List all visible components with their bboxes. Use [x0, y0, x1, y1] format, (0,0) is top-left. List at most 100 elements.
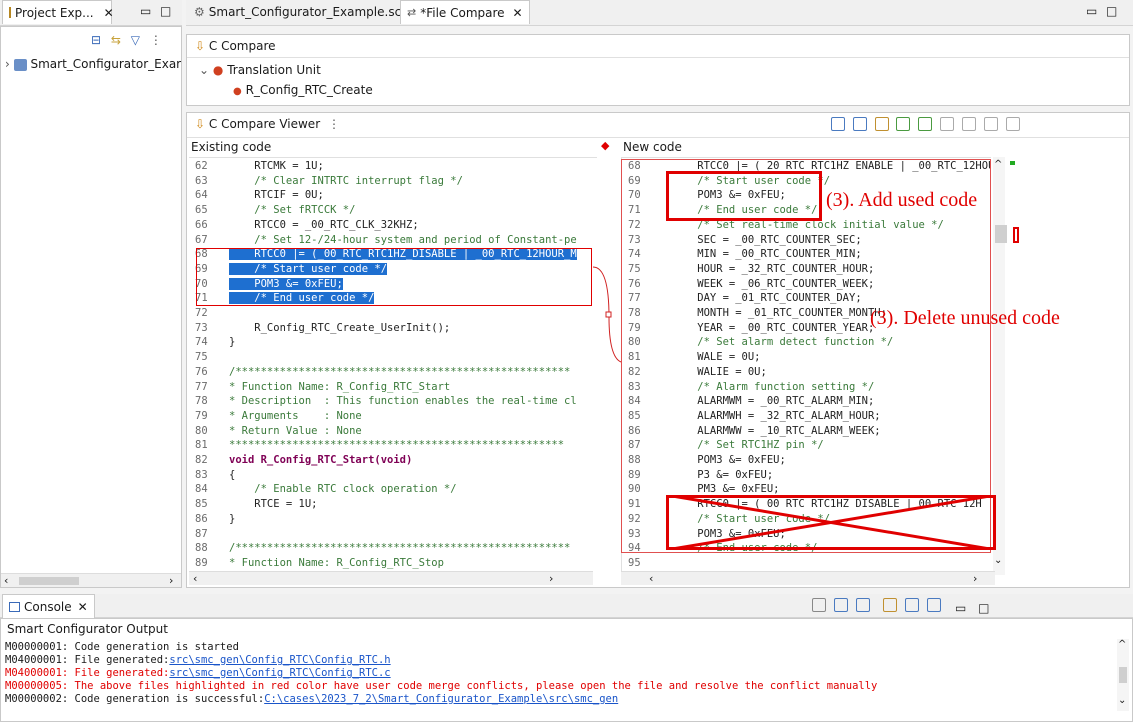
code-text: }: [229, 336, 236, 349]
line-number: 84: [195, 483, 208, 496]
tab-file-compare[interactable]: ⇄ *File Compare ✕: [400, 0, 530, 24]
scroll-thumb[interactable]: [19, 577, 79, 585]
code-text: }: [229, 512, 236, 525]
next-diff-icon[interactable]: [896, 117, 911, 131]
code-line: 80 * Return Value : None: [189, 424, 597, 437]
code-text: ****************************************…: [229, 439, 565, 452]
line-number: 82: [195, 454, 208, 466]
console-output[interactable]: M00000001: Code generation is started M04…: [1, 639, 1011, 709]
maximize-icon[interactable]: □: [160, 4, 171, 18]
new-hscrollbar[interactable]: ‹ ›: [621, 571, 995, 585]
console-file-link[interactable]: C:\cases\2023_7_2\Smart_Configurator_Exa…: [264, 693, 618, 705]
project-explorer-hscrollbar[interactable]: ‹ ›: [1, 573, 181, 587]
ruler-conflict: [1013, 227, 1019, 243]
display-console-icon[interactable]: [905, 598, 920, 612]
copy-all-icon[interactable]: [852, 117, 867, 131]
maximize-icon[interactable]: □: [1106, 4, 1117, 18]
tab-scfg[interactable]: ⚙ Smart_Configurator_Example.scfg: [188, 0, 419, 24]
scroll-up-icon[interactable]: ^: [994, 159, 1002, 170]
code-text: R_Config_RTC_Create_UserInit();: [229, 321, 451, 334]
code-line: 75: [189, 351, 597, 363]
tree-function[interactable]: ● R_Config_RTC_Create: [233, 83, 373, 97]
project-explorer-panel: ⊟ ⇆ ▽ ⋮ › Smart_Configurator_Exar ‹ ›: [0, 26, 182, 588]
chevron-right-icon[interactable]: ›: [5, 57, 10, 71]
minimize-icon[interactable]: ▭: [1086, 4, 1097, 18]
existing-code-pane[interactable]: 62 RTCMK = 1U; 63 /* Clear INTRTC interru…: [189, 157, 597, 575]
console-panel: Smart Configurator Output M00000001: Cod…: [0, 618, 1133, 722]
link-editor-icon[interactable]: ⇆: [111, 33, 121, 47]
tab-console-label: Console: [24, 599, 72, 614]
code-line: 77 * Function Name: R_Config_RTC_Start: [189, 380, 597, 393]
clear-console-icon[interactable]: [812, 598, 826, 612]
c-compare-header: ⇩ C Compare: [195, 39, 276, 53]
scroll-thumb[interactable]: [1119, 667, 1127, 683]
line-number: 95: [628, 556, 641, 569]
tab-console[interactable]: Console ✕: [2, 594, 95, 618]
code-line: 73 R_Config_RTC_Create_UserInit();: [189, 321, 597, 334]
tree-translation-unit[interactable]: ⌄ ● Translation Unit: [199, 63, 321, 77]
code-text: /* Set 12-/24-hour system and period of …: [229, 233, 577, 246]
add-code-box: [666, 171, 822, 221]
word-wrap-icon[interactable]: [855, 598, 870, 612]
copy-left-icon[interactable]: [831, 117, 845, 131]
code-line: 84 /* Enable RTC clock operation */: [189, 483, 597, 496]
console-message: M00000005: The above files highlighted i…: [5, 680, 878, 692]
prev-diff-icon[interactable]: [918, 117, 933, 131]
scroll-down-icon[interactable]: ⌄: [994, 555, 1002, 566]
delete-cross: [666, 495, 996, 550]
minimize-icon[interactable]: ▭: [955, 601, 966, 615]
tree-item-project-label: Smart_Configurator_Exar: [30, 57, 182, 71]
view-menu-icon[interactable]: ⋮: [150, 33, 162, 47]
scroll-right-icon[interactable]: ›: [169, 574, 173, 587]
tree-item-project[interactable]: › Smart_Configurator_Exar: [5, 57, 181, 71]
scroll-right-icon[interactable]: ›: [549, 572, 553, 585]
collapse-all-icon[interactable]: ⊟: [91, 33, 101, 47]
view-menu-icon[interactable]: ⋮: [328, 117, 340, 131]
code-text: RTCMK = 1U;: [229, 160, 324, 172]
scroll-left-icon[interactable]: ‹: [649, 572, 653, 585]
scroll-up-icon[interactable]: ^: [1118, 639, 1126, 650]
console-file-link[interactable]: src\smc_gen\Config_RTC\Config_RTC.c: [169, 667, 390, 679]
viewer-toolbar: [827, 117, 1020, 134]
console-icon: [9, 601, 20, 612]
next-change-icon[interactable]: [940, 117, 955, 131]
pin-console-icon[interactable]: [883, 598, 898, 612]
existing-hscrollbar[interactable]: ‹ ›: [189, 571, 593, 585]
code-line: 82 void R_Config_RTC_Start(void): [189, 454, 597, 466]
ruler-highlight: [995, 225, 1007, 243]
table-icon[interactable]: [874, 117, 889, 131]
whitespace-icon[interactable]: [1005, 117, 1020, 131]
scroll-down-icon[interactable]: ⌄: [1118, 695, 1126, 706]
scroll-right-icon[interactable]: ›: [973, 572, 977, 585]
scroll-left-icon[interactable]: ‹: [193, 572, 197, 585]
code-text: /* Clear INTRTC interrupt flag */: [229, 174, 463, 187]
close-icon[interactable]: ✕: [513, 6, 523, 20]
minimize-icon[interactable]: ▭: [140, 4, 151, 18]
annotation-delete: (3). Delete unused code: [870, 307, 1060, 329]
c-project-icon: [13, 58, 27, 71]
scroll-lock-icon[interactable]: [833, 598, 848, 612]
new-console-icon[interactable]: [927, 598, 942, 612]
scroll-left-icon[interactable]: ‹: [4, 574, 8, 587]
prev-change-icon[interactable]: [961, 117, 976, 131]
filter-icon[interactable]: ▽: [131, 33, 140, 47]
ignore-icon[interactable]: [983, 117, 998, 131]
code-text: RTCC0 = _00_RTC_CLK_32KHZ;: [229, 218, 419, 231]
console-file-link[interactable]: src\smc_gen\Config_RTC\Config_RTC.h: [169, 654, 390, 666]
console-line: M04000001: File generated:src\smc_gen\Co…: [5, 667, 391, 679]
tab-project-explorer[interactable]: Project Exp... ✕: [2, 0, 114, 24]
line-number: 89: [195, 556, 208, 569]
console-vscrollbar[interactable]: ^ ⌄: [1117, 639, 1129, 711]
code-text: * Function Name: R_Config_RTC_Start: [229, 380, 451, 393]
translation-unit-label: Translation Unit: [227, 63, 321, 77]
compare-down-icon: ⇩: [195, 117, 206, 131]
code-text: * Description : This function enables th…: [229, 395, 577, 408]
maximize-icon[interactable]: □: [978, 601, 989, 615]
close-icon[interactable]: ✕: [104, 6, 114, 20]
close-icon[interactable]: ✕: [78, 600, 88, 614]
chevron-down-icon[interactable]: ⌄: [199, 63, 209, 77]
code-text: * Arguments : None: [229, 409, 362, 422]
line-number: 74: [195, 336, 208, 349]
line-number: 80: [195, 424, 208, 437]
code-line: 95: [622, 556, 991, 569]
